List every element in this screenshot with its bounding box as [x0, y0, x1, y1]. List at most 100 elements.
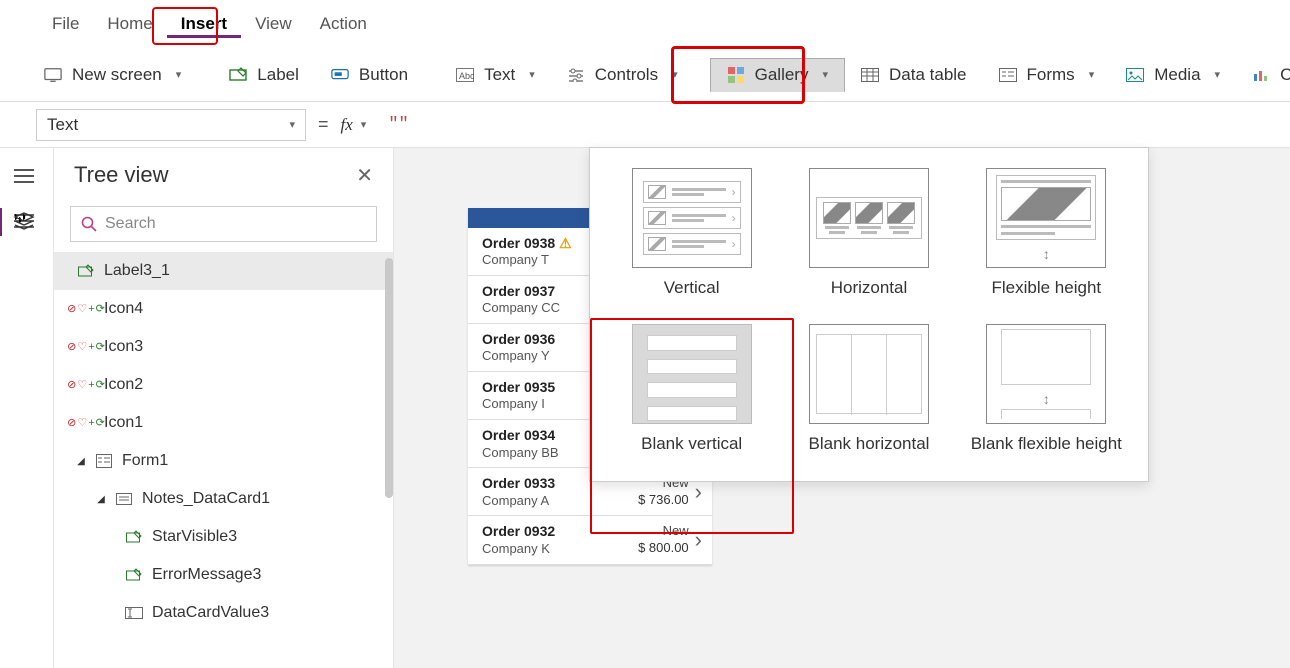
- gallery-option-flexible-height[interactable]: ↕ Flexible height: [963, 164, 1130, 302]
- search-icon: [81, 216, 97, 232]
- tree-search-placeholder: Search: [105, 215, 156, 233]
- tree-node-label: Notes_DataCard1: [142, 490, 270, 508]
- tree-view-panel: Tree view ✕ Search Label3_1 ⊘♡+⟳ Icon4 ⊘…: [54, 148, 394, 668]
- label-icon: [229, 66, 247, 84]
- horizontal-picto: [809, 168, 929, 268]
- ribbon-media[interactable]: Media ▾: [1110, 59, 1236, 91]
- ribbon-button-label: Button: [359, 65, 408, 85]
- media-icon: [1126, 66, 1144, 84]
- tree-node-datacardvalue3[interactable]: DataCardValue3: [54, 594, 393, 632]
- ribbon-new-screen-label: New screen: [72, 65, 162, 85]
- order-company: Company Y: [482, 348, 555, 365]
- iconset-icon: ⊘♡+⟳: [76, 418, 96, 429]
- tree: Label3_1 ⊘♡+⟳ Icon4 ⊘♡+⟳ Icon3 ⊘♡+⟳ Icon…: [54, 252, 393, 668]
- ribbon-button[interactable]: Button: [315, 59, 424, 91]
- collapse-icon[interactable]: ◢: [76, 456, 86, 467]
- controls-icon: [567, 66, 585, 84]
- order-amount: $ 800.00: [638, 540, 689, 557]
- datacard-icon: [114, 493, 134, 505]
- tree-node-icon2[interactable]: ⊘♡+⟳ Icon2: [54, 366, 393, 404]
- datatable-icon: [861, 66, 879, 84]
- ribbon-text[interactable]: Abc Text ▾: [440, 59, 551, 91]
- tree-node-notes-datacard1[interactable]: ◢ Notes_DataCard1: [54, 480, 393, 518]
- gallery-option-label: Flexible height: [992, 278, 1102, 298]
- menu-insert[interactable]: Insert: [167, 10, 241, 38]
- property-selector-value: Text: [47, 115, 78, 135]
- warning-icon: ⚠: [559, 234, 572, 252]
- ribbon-data-table[interactable]: Data table: [845, 59, 983, 91]
- text-icon: Abc: [456, 66, 474, 84]
- gallery-option-blank-flexible-height[interactable]: ↕ Blank flexible height: [963, 320, 1130, 458]
- tree-view-rail-icon[interactable]: [13, 212, 41, 232]
- flexheight-picto: ↕: [986, 168, 1106, 268]
- chevron-down-icon: ▾: [672, 68, 678, 81]
- menubar: File Home Insert View Action: [0, 0, 1290, 48]
- tree-search[interactable]: Search: [70, 206, 377, 242]
- fx-button[interactable]: fx ▾: [341, 115, 367, 135]
- chevron-down-icon: ▾: [176, 68, 182, 81]
- ribbon-forms-label: Forms: [1027, 65, 1075, 85]
- ribbon-label[interactable]: Label: [213, 59, 315, 91]
- iconset-icon: ⊘♡+⟳: [76, 380, 96, 391]
- property-selector[interactable]: Text ▾: [36, 109, 306, 141]
- ribbon-text-label: Text: [484, 65, 515, 85]
- tree-node-label: Icon3: [104, 338, 143, 356]
- gallery-option-horizontal[interactable]: Horizontal: [785, 164, 952, 302]
- tree-node-form1[interactable]: ◢ Form1: [54, 442, 393, 480]
- order-title: Order 0933: [482, 474, 555, 492]
- order-status: New: [638, 523, 689, 540]
- ribbon-new-screen[interactable]: New screen ▾: [28, 59, 197, 91]
- scrollbar-thumb[interactable]: [385, 258, 393, 498]
- menu-home[interactable]: Home: [93, 10, 166, 38]
- tree-node-label3-1[interactable]: Label3_1: [54, 252, 393, 290]
- order-title: Order 0937: [482, 282, 560, 300]
- menu-action[interactable]: Action: [306, 10, 381, 38]
- tree-view-title: Tree view: [74, 162, 169, 188]
- order-company: Company A: [482, 493, 555, 510]
- screen-icon: [44, 66, 62, 84]
- ribbon-controls-label: Controls: [595, 65, 658, 85]
- chevron-right-icon: ›: [695, 479, 702, 505]
- blankv-picto: [632, 324, 752, 424]
- order-company: Company K: [482, 541, 555, 558]
- chart-icon: [1252, 66, 1270, 84]
- gallery-option-blank-vertical[interactable]: Blank vertical: [608, 320, 775, 458]
- iconset-icon: ⊘♡+⟳: [76, 304, 96, 315]
- hamburger-icon[interactable]: [13, 168, 41, 188]
- tree-node-icon1[interactable]: ⊘♡+⟳ Icon1: [54, 404, 393, 442]
- ribbon-chart-label: Chart: [1280, 65, 1290, 85]
- tree-node-starvisible3[interactable]: StarVisible3: [54, 518, 393, 556]
- left-rail: [0, 148, 54, 668]
- ribbon-forms[interactable]: Forms ▾: [983, 59, 1111, 91]
- gallery-option-vertical[interactable]: › › › Vertical: [608, 164, 775, 302]
- order-title: Order 0934: [482, 426, 559, 444]
- menu-view[interactable]: View: [241, 10, 306, 38]
- label-icon: [76, 264, 96, 278]
- order-title: Order 0935: [482, 378, 555, 396]
- menu-file[interactable]: File: [38, 10, 93, 38]
- chevron-down-icon: ▾: [1089, 68, 1095, 81]
- ribbon-data-table-label: Data table: [889, 65, 967, 85]
- ribbon-gallery[interactable]: Gallery ▾: [710, 58, 845, 92]
- tree-node-label: Form1: [122, 452, 168, 470]
- chevron-down-icon: ▾: [1215, 68, 1221, 81]
- ribbon-chart[interactable]: Chart: [1236, 59, 1290, 91]
- order-row[interactable]: Order 0932Company KNew$ 800.00›: [468, 516, 712, 564]
- gallery-dropdown: › › › Vertical Horizontal: [589, 147, 1149, 482]
- formula-bar: Text ▾ = fx ▾ "": [0, 102, 1290, 148]
- ribbon-controls[interactable]: Controls ▾: [551, 59, 694, 91]
- canvas: Order 0938 ⚠Company TInvoi$ 2,876Order 0…: [394, 148, 1290, 668]
- order-company: Company I: [482, 396, 555, 413]
- gallery-option-label: Horizontal: [831, 278, 908, 298]
- equals-symbol: =: [318, 114, 329, 135]
- collapse-icon[interactable]: ◢: [96, 494, 106, 505]
- tree-node-icon3[interactable]: ⊘♡+⟳ Icon3: [54, 328, 393, 366]
- tree-node-label: ErrorMessage3: [152, 566, 261, 584]
- close-icon[interactable]: ✕: [356, 163, 373, 188]
- order-amount: $ 736.00: [638, 492, 689, 509]
- order-company: Company BB: [482, 445, 559, 462]
- tree-node-errormessage3[interactable]: ErrorMessage3: [54, 556, 393, 594]
- tree-node-icon4[interactable]: ⊘♡+⟳ Icon4: [54, 290, 393, 328]
- formula-value[interactable]: "": [388, 115, 408, 134]
- gallery-option-blank-horizontal[interactable]: Blank horizontal: [785, 320, 952, 458]
